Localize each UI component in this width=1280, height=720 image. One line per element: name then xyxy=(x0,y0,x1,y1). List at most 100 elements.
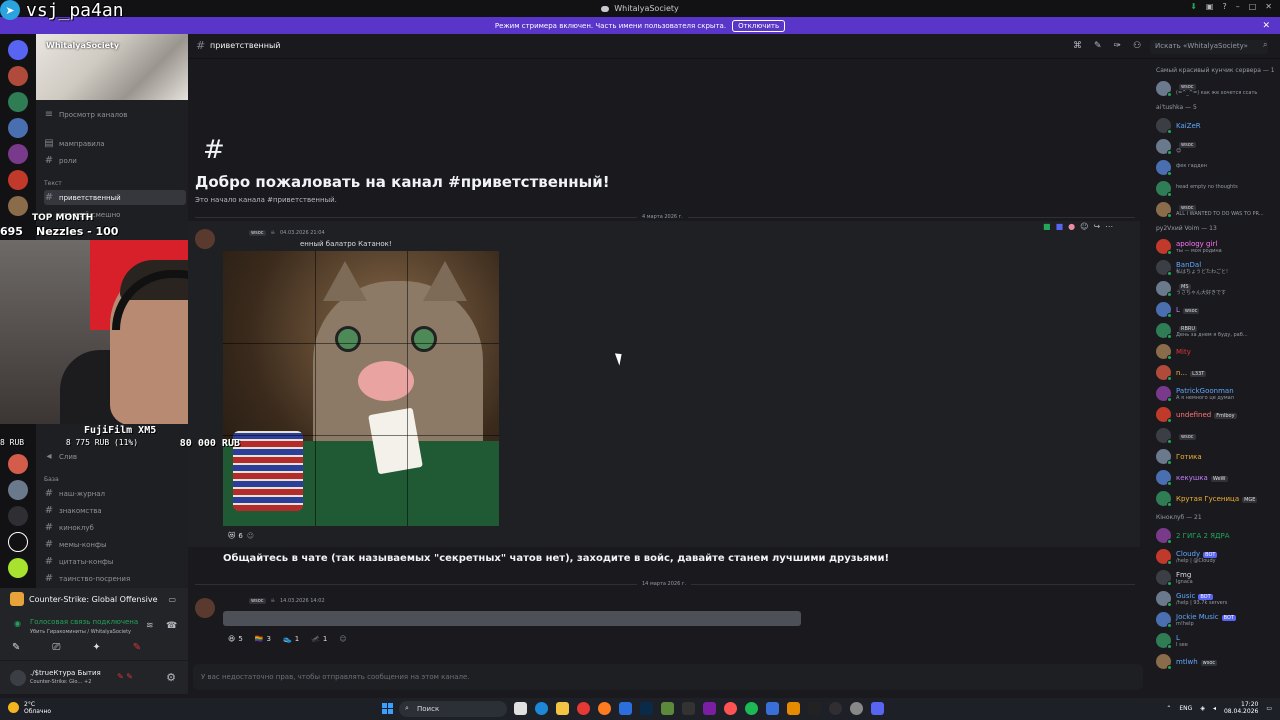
member-item[interactable]: wsoc ALL I WANTED TO DO WAS TO PR... xyxy=(1156,200,1280,218)
notifications-icon[interactable]: ▭ xyxy=(1266,705,1272,712)
task-view-icon[interactable] xyxy=(514,702,527,715)
member-item[interactable]: RBRU День за днем я буду, раб... xyxy=(1156,321,1280,339)
channel-item[interactable]: # киноклуб xyxy=(44,520,186,535)
server-icon[interactable] xyxy=(8,66,28,86)
app-icon[interactable] xyxy=(619,702,632,715)
mute-icon[interactable]: ✎ ✎ xyxy=(117,672,133,681)
message-image[interactable] xyxy=(223,251,499,526)
check-icon[interactable]: ■ xyxy=(1043,222,1051,231)
maximize-button[interactable]: □ xyxy=(1249,2,1257,11)
gear-icon[interactable]: ⚙ xyxy=(166,671,176,684)
weather-widget[interactable]: 2°C Облачно xyxy=(8,701,51,715)
discord-icon[interactable] xyxy=(871,702,884,715)
member-item[interactable]: Lwsoc xyxy=(1156,300,1280,318)
user-name[interactable]: ./$trueКтура Бытия xyxy=(30,669,101,677)
member-item[interactable]: apology girl ты — моя родина xyxy=(1156,237,1280,255)
server-icon[interactable] xyxy=(8,454,28,474)
server-tag[interactable]: wsoc xyxy=(249,230,266,236)
language-indicator[interactable]: ENG xyxy=(1179,705,1192,712)
server-icon[interactable] xyxy=(8,196,28,216)
disconnect-icon[interactable]: ☎ xyxy=(166,621,177,631)
voice-channel-item[interactable]: ◂ Слив xyxy=(44,449,186,464)
server-icon[interactable] xyxy=(8,170,28,190)
voice-status[interactable]: Голосовая связь подключена xyxy=(30,618,138,626)
update-icon[interactable]: ⬇ xyxy=(1190,2,1197,11)
member-item[interactable]: wsoc 😊 xyxy=(1156,137,1280,155)
server-icon[interactable] xyxy=(8,92,28,112)
game-activity[interactable]: Counter-Strike: Global Offensive ▭ xyxy=(0,588,188,610)
explorer-icon[interactable] xyxy=(556,702,569,715)
browse-channels[interactable]: ≡ Просмотр каналов xyxy=(44,107,186,122)
member-item[interactable]: LI see xyxy=(1156,631,1280,649)
member-item[interactable]: Готика xyxy=(1156,447,1280,465)
member-item[interactable]: Jockie Music BOT m!help xyxy=(1156,610,1280,628)
reaction-icon[interactable]: ● xyxy=(1068,222,1075,231)
more-icon[interactable]: ⋯ xyxy=(1105,222,1113,231)
chevron-up-icon[interactable]: ⌃ xyxy=(1166,705,1171,712)
inbox-icon[interactable]: ▣ xyxy=(1206,2,1214,11)
server-icon[interactable] xyxy=(8,144,28,164)
channel-item[interactable]: # роли xyxy=(44,153,186,168)
app-icon[interactable] xyxy=(703,702,716,715)
taskbar-search[interactable]: ⌕ Поиск xyxy=(399,701,507,717)
member-item[interactable]: undefined Fmlboy xyxy=(1156,405,1280,423)
server-icon[interactable] xyxy=(8,40,28,60)
spotify-icon[interactable] xyxy=(745,702,758,715)
start-button[interactable] xyxy=(382,703,393,714)
member-item[interactable]: wsoc (=^_^=) как же хочется ссать xyxy=(1156,79,1280,97)
volume-icon[interactable]: ◂ xyxy=(1213,705,1216,712)
server-icon[interactable] xyxy=(8,506,28,526)
member-item[interactable]: 2 ГИГА 2 ЯДРА xyxy=(1156,526,1280,544)
help-icon[interactable]: ? xyxy=(1222,2,1226,11)
category-text[interactable]: Текст xyxy=(44,180,62,187)
member-item[interactable]: Fmg Ignaca xyxy=(1156,568,1280,586)
activity-icon[interactable]: ✦ xyxy=(92,642,100,653)
member-item[interactable]: Gusic BOT/help | 93.7k servers xyxy=(1156,589,1280,607)
obs-icon[interactable] xyxy=(829,702,842,715)
channel-item[interactable]: # мемы-конфы xyxy=(44,537,186,552)
avatar[interactable] xyxy=(10,670,26,686)
member-item[interactable]: кекушка WeW xyxy=(1156,468,1280,486)
spoiler-text[interactable] xyxy=(223,611,801,626)
member-item[interactable]: mtlwh wsoc xyxy=(1156,652,1280,670)
member-item[interactable]: n... L33T xyxy=(1156,363,1280,381)
search-icon[interactable]: ⌕ xyxy=(1263,40,1267,50)
reaction-pill[interactable]: 😻 6 xyxy=(228,532,243,540)
app-icon[interactable] xyxy=(808,702,821,715)
reaction-pill[interactable]: 🏳️‍🌈 3 xyxy=(255,635,271,643)
member-item[interactable]: BanDal 私はちょうどたわごと! xyxy=(1156,258,1280,276)
firefox-icon[interactable] xyxy=(598,702,611,715)
screenshare-icon[interactable]: ⎚ xyxy=(52,642,60,653)
soundboard-icon[interactable]: ✎ xyxy=(133,642,141,653)
add-reaction-icon[interactable]: ☺ xyxy=(247,532,254,540)
add-reaction-icon[interactable]: ☺ xyxy=(1080,222,1088,231)
member-item[interactable]: MS うさちゃん大好きです xyxy=(1156,279,1280,297)
message-input[interactable]: У вас недостаточно прав, чтобы отправлят… xyxy=(193,664,1143,690)
edge-icon[interactable] xyxy=(535,702,548,715)
members-icon[interactable]: ⚇ xyxy=(1133,41,1141,51)
category-base[interactable]: База xyxy=(44,476,59,483)
minecraft-icon[interactable] xyxy=(661,702,674,715)
voice-channel-path[interactable]: Убить Гиракоминиты / WhitalyaSociety xyxy=(30,629,131,635)
server-icon[interactable] xyxy=(8,118,28,138)
reaction-pill[interactable]: 👟 1 xyxy=(283,635,299,643)
monitor-icon[interactable]: ▭ xyxy=(168,595,176,604)
app-icon[interactable] xyxy=(724,702,737,715)
chrome-icon[interactable] xyxy=(577,702,590,715)
app-icon[interactable] xyxy=(766,702,779,715)
channel-item[interactable]: # наш-журнал xyxy=(44,486,186,501)
camera-icon[interactable]: ✎ xyxy=(12,642,20,653)
add-reaction-icon[interactable]: ☺ xyxy=(339,635,346,643)
member-item[interactable]: Cloudy BOT/help | @Cloudy xyxy=(1156,547,1280,565)
search-input[interactable]: Искать «WhitalyaSociety» xyxy=(1150,40,1268,54)
signal-icon[interactable]: ◉ xyxy=(14,619,21,628)
server-tag[interactable]: wsoc xyxy=(249,598,266,604)
avatar[interactable] xyxy=(195,229,215,249)
disable-streamer-button[interactable]: Отключить xyxy=(732,19,786,32)
member-item[interactable]: PatrickGoonman А я немного це думал xyxy=(1156,384,1280,402)
server-icon[interactable] xyxy=(8,532,28,552)
member-item[interactable]: Крутая Гусеница MGE xyxy=(1156,489,1280,507)
channel-item-active[interactable]: # приветственный xyxy=(44,190,186,205)
avatar[interactable] xyxy=(195,598,215,618)
minimize-button[interactable]: – xyxy=(1236,2,1240,11)
